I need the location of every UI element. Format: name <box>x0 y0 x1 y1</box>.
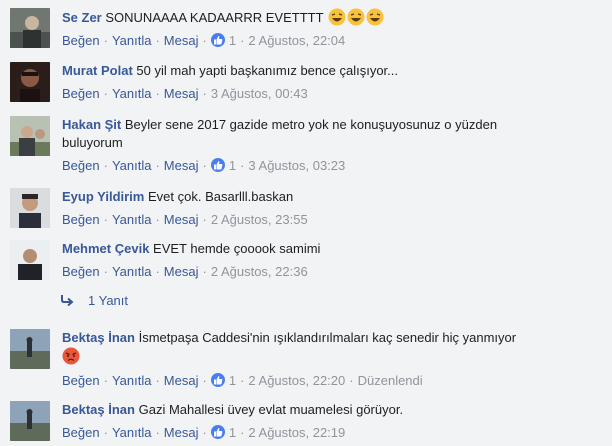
reply-button[interactable]: Yanıtla <box>112 425 152 440</box>
comment-text-continued: buluyorum <box>62 135 123 150</box>
message-button[interactable]: Mesaj <box>164 425 199 440</box>
message-button[interactable]: Mesaj <box>164 373 199 388</box>
angry-face-icon <box>62 347 80 365</box>
comment-text: İsmetpaşa Caddesi'nin ışıklandırılmaları… <box>138 330 517 345</box>
commenter-name[interactable]: Eyup Yildirim <box>62 189 144 204</box>
timestamp[interactable]: 2 Ağustos, 22:36 <box>211 264 308 279</box>
avatar[interactable] <box>10 329 50 369</box>
like-button[interactable]: Beğen <box>62 33 100 48</box>
commenter-name[interactable]: Bektaş İnan <box>62 330 135 345</box>
laughing-face-icon <box>346 8 365 26</box>
avatar[interactable] <box>10 116 50 156</box>
thumbs-up-icon <box>210 33 225 47</box>
like-button[interactable]: Beğen <box>62 425 100 440</box>
thumbs-up-icon <box>210 373 225 387</box>
commenter-name[interactable]: Mehmet Çevik <box>62 241 149 256</box>
commenter-name[interactable]: Se Zer <box>62 10 102 25</box>
like-button[interactable]: Beğen <box>62 86 100 101</box>
timestamp[interactable]: 3 Ağustos, 00:43 <box>211 86 308 101</box>
avatar[interactable] <box>10 62 50 102</box>
timestamp[interactable]: 2 Ağustos, 23:55 <box>211 212 308 227</box>
avatar[interactable] <box>10 240 50 280</box>
reaction-count[interactable]: 1 <box>210 33 236 48</box>
comment-body: Bektaş İnan İsmetpaşa Caddesi'nin ışıkla… <box>62 330 517 388</box>
avatar[interactable] <box>10 401 50 441</box>
message-button[interactable]: Mesaj <box>164 86 199 101</box>
timestamp[interactable]: 2 Ağustos, 22:20 <box>248 373 345 388</box>
comment-body: Se Zer SONUNAAAA KADAARRR EVETTTT Beğen ·… <box>62 8 610 50</box>
laughing-face-icon <box>327 8 346 26</box>
reply-button[interactable]: Yanıtla <box>112 86 152 101</box>
comment-text: Beyler sene 2017 gazide metro yok ne kon… <box>124 117 498 132</box>
timestamp[interactable]: 2 Ağustos, 22:19 <box>248 425 345 440</box>
timestamp[interactable]: 2 Ağustos, 22:04 <box>248 33 345 48</box>
commenter-name[interactable]: Hakan Şit <box>62 117 121 132</box>
message-button[interactable]: Mesaj <box>164 33 199 48</box>
comment-text: Evet çok. Basarlll.baskan <box>147 189 294 204</box>
like-button[interactable]: Beğen <box>62 212 100 227</box>
reply-button[interactable]: Yanıtla <box>112 264 152 279</box>
thumbs-up-icon <box>210 158 225 172</box>
reply-button[interactable]: Yanıtla <box>112 158 152 173</box>
reply-button[interactable]: Yanıtla <box>112 373 152 388</box>
avatar[interactable] <box>10 8 50 48</box>
reaction-count[interactable]: 1 <box>210 158 236 173</box>
comment-body: Bektaş İnan Gazi Mahallesi üvey evlat mu… <box>62 402 404 440</box>
commenter-name[interactable]: Bektaş İnan <box>62 402 135 417</box>
reaction-count[interactable]: 1 <box>210 373 236 388</box>
reply-button[interactable]: Yanıtla <box>112 212 152 227</box>
like-button[interactable]: Beğen <box>62 158 100 173</box>
commenter-name[interactable]: Murat Polat <box>62 63 133 78</box>
avatar[interactable] <box>10 188 50 228</box>
message-button[interactable]: Mesaj <box>164 212 199 227</box>
comment-text: EVET hemde çooook samimi <box>153 241 321 256</box>
replies-count-label: 1 Yanıt <box>88 293 128 308</box>
timestamp[interactable]: 3 Ağustos, 03:23 <box>248 158 345 173</box>
comment-body: Hakan Şit Beyler sene 2017 gazide metro … <box>62 116 610 175</box>
like-button[interactable]: Beğen <box>62 264 100 279</box>
comment-body: Mehmet Çevik EVET hemde çooook samimi Be… <box>62 241 321 279</box>
thumbs-up-icon <box>210 425 225 439</box>
comment-text: SONUNAAAA KADAARRR EVETTTT <box>105 10 324 25</box>
comment-text: Gazi Mahallesi üvey evlat muamelesi görü… <box>138 402 404 417</box>
message-button[interactable]: Mesaj <box>164 264 199 279</box>
like-button[interactable]: Beğen <box>62 373 100 388</box>
reply-button[interactable]: Yanıtla <box>112 33 152 48</box>
laughing-face-icon <box>365 8 384 26</box>
reaction-count[interactable]: 1 <box>210 425 236 440</box>
edited-label[interactable]: Düzenlendi <box>358 373 423 388</box>
message-button[interactable]: Mesaj <box>164 158 199 173</box>
comment-text: 50 yil mah yapti başkanımız bence çalışı… <box>136 63 398 78</box>
reply-arrow-icon <box>61 295 74 306</box>
view-replies-link[interactable]: 1 Yanıt <box>60 293 128 308</box>
comment-body: Eyup Yildirim Evet çok. Basarlll.baskan … <box>62 189 308 227</box>
comment-body: Murat Polat 50 yil mah yapti başkanımız … <box>62 63 398 101</box>
